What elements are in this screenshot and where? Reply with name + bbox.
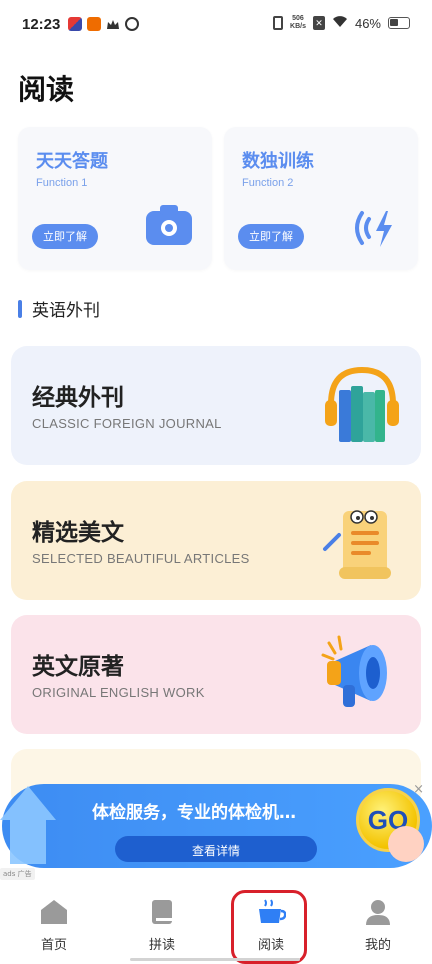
- nav-label: 我的: [364, 938, 391, 953]
- selection-highlight: [231, 890, 307, 964]
- crown-icon: [106, 17, 120, 31]
- ad-banner[interactable]: 体检服务，专业的体检机… 查看详情 GO × ads 广告: [0, 780, 432, 880]
- section-title: 英语外刊: [32, 301, 100, 321]
- view-details-button[interactable]: 查看详情: [115, 836, 317, 862]
- function-subtitle: Function 1: [36, 177, 88, 189]
- section-accent-bar: [18, 299, 22, 318]
- hand-icon: [388, 826, 424, 862]
- function-title: 数独训练: [242, 151, 314, 172]
- section-header: 英语外刊: [18, 296, 100, 321]
- function-subtitle: Function 2: [242, 177, 294, 189]
- status-bar: 12:23 506 KB/s ✕ 46%: [0, 0, 432, 50]
- learn-more-button[interactable]: 立即了解: [32, 224, 98, 249]
- user-icon: [366, 900, 390, 925]
- journal-title: 英文原著: [32, 654, 124, 680]
- app-notification-icon: [87, 17, 101, 31]
- megaphone-icon: [321, 635, 387, 707]
- journal-card-original[interactable]: 英文原著 ORIGINAL ENGLISH WORK: [11, 615, 421, 734]
- function-title: 天天答题: [36, 151, 108, 172]
- journal-subtitle: CLASSIC FOREIGN JOURNAL: [32, 416, 222, 431]
- sync-icon: [125, 17, 139, 31]
- close-icon[interactable]: ×: [413, 782, 424, 797]
- notification-icons: [68, 17, 139, 31]
- nfc-icon: ✕: [312, 16, 325, 30]
- page-title: 阅读: [18, 73, 75, 106]
- bottom-nav: 首页 拼读 阅读 我的: [0, 890, 432, 964]
- status-time: 12:23: [22, 16, 61, 33]
- journal-card-selected[interactable]: 精选美文 SELECTED BEAUTIFUL ARTICLES: [11, 481, 421, 600]
- camera-icon: [146, 205, 192, 245]
- home-indicator[interactable]: [130, 958, 300, 961]
- journal-subtitle: ORIGINAL ENGLISH WORK: [32, 685, 205, 700]
- battery-percent: 46%: [354, 15, 381, 31]
- journal-title: 经典外刊: [32, 385, 124, 411]
- scroll-icon: [323, 510, 391, 579]
- wifi-icon: [332, 15, 348, 31]
- nav-pindu[interactable]: 拼读: [122, 898, 202, 953]
- nav-label: 拼读: [148, 938, 175, 953]
- nav-label: 首页: [40, 938, 67, 953]
- journal-title: 精选美文: [32, 520, 124, 546]
- app-notification-icon: [68, 17, 82, 31]
- journal-card-classic[interactable]: 经典外刊 CLASSIC FOREIGN JOURNAL: [11, 346, 421, 465]
- ad-tag: ads 广告: [0, 868, 35, 880]
- nav-home[interactable]: 首页: [14, 898, 94, 953]
- arrow-icon: [0, 786, 56, 864]
- system-status: 506 KB/s ✕ 46%: [273, 15, 410, 31]
- books-headphones-icon: [325, 366, 399, 442]
- vibrate-icon: [273, 16, 284, 30]
- home-icon: [41, 900, 67, 924]
- nav-mine[interactable]: 我的: [338, 898, 418, 953]
- signal-icon: [355, 211, 392, 247]
- function-card-quiz[interactable]: 天天答题 Function 1 立即了解: [18, 127, 212, 270]
- ad-text: 体检服务，专业的体检机…: [92, 803, 296, 823]
- book-icon: [152, 900, 172, 924]
- function-card-sudoku[interactable]: 数独训练 Function 2 立即了解: [224, 127, 418, 270]
- journal-subtitle: SELECTED BEAUTIFUL ARTICLES: [32, 551, 250, 566]
- battery-icon: [388, 17, 410, 29]
- learn-more-button[interactable]: 立即了解: [238, 224, 304, 249]
- network-speed: 506 KB/s: [290, 15, 306, 30]
